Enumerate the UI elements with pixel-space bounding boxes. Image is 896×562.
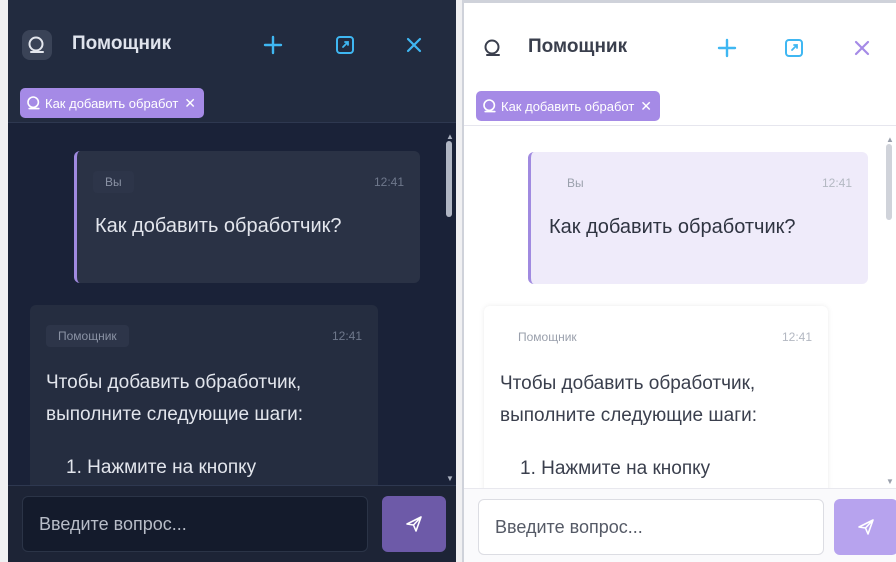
- message-line: выполните следующие шаги:: [500, 405, 758, 426]
- message-step: 1. Нажмите на кнопку: [520, 458, 711, 479]
- message-text: Чтобы добавить обработчик, выполните сле…: [46, 367, 376, 431]
- chat-icon: [27, 96, 40, 110]
- sender-tag: Помощник: [518, 330, 577, 344]
- message-time: 12:41: [781, 330, 812, 344]
- scroll-up-icon[interactable]: ▲: [446, 133, 454, 141]
- panel-title: Помощник: [528, 36, 628, 57]
- expand-icon: [785, 39, 803, 57]
- send-icon: [858, 519, 874, 535]
- chip-label: Как добавить обработ: [45, 95, 179, 111]
- scroll-thumb[interactable]: [886, 144, 892, 220]
- panel-title: Помощник: [72, 33, 172, 54]
- message-text: Чтобы добавить обработчик, выполните сле…: [500, 368, 830, 432]
- send-button[interactable]: [382, 496, 446, 552]
- assistant-panel-light: Помощник Как добавить обработ ✕ Вы 12:41…: [462, 0, 896, 562]
- scrollbar[interactable]: ▲ ▼: [446, 133, 454, 483]
- close-icon: [854, 40, 870, 56]
- plus-icon: [717, 38, 737, 58]
- message-time: 12:41: [821, 176, 852, 190]
- message-step: 1. Нажмите на кнопку: [66, 457, 257, 478]
- expand-button[interactable]: [330, 30, 360, 60]
- screenshot-root: Помощник Как добавить обработ ✕ Вы 12:41…: [0, 0, 896, 562]
- expand-button[interactable]: [779, 33, 809, 63]
- new-chat-button[interactable]: [258, 30, 288, 60]
- topic-chip[interactable]: Как добавить обработ ✕: [20, 88, 205, 118]
- message-time: 12:41: [373, 175, 404, 189]
- panel-header: Помощник Как добавить обработ ✕: [8, 0, 456, 123]
- scroll-thumb[interactable]: [446, 141, 452, 217]
- close-button[interactable]: [399, 30, 429, 60]
- user-message: Вы 12:41 Как добавить обработчик?: [74, 151, 420, 283]
- message-text: Как добавить обработчик?: [95, 215, 342, 237]
- message-line: выполните следующие шаги:: [46, 404, 304, 425]
- composer: Введите вопрос...: [464, 488, 896, 562]
- message-list[interactable]: Вы 12:41 Как добавить обработчик? Помощн…: [464, 126, 896, 488]
- new-chat-button[interactable]: [712, 33, 742, 63]
- sender-tag: Вы: [93, 171, 134, 193]
- message-list[interactable]: Вы 12:41 Как добавить обработчик? Помощн…: [8, 123, 456, 485]
- question-input[interactable]: Введите вопрос...: [22, 496, 368, 552]
- message-line: Чтобы добавить обработчик,: [46, 372, 302, 393]
- message-line: Чтобы добавить обработчик,: [500, 373, 756, 394]
- message-text: Как добавить обработчик?: [549, 216, 796, 238]
- send-icon: [406, 516, 422, 532]
- chat-icon: [22, 30, 52, 60]
- message-time: 12:41: [331, 329, 362, 343]
- chip-close-icon[interactable]: ✕: [640, 98, 652, 115]
- chat-icon: [478, 33, 508, 63]
- plus-icon: [263, 35, 283, 55]
- chat-icon: [483, 99, 496, 113]
- assistant-message: Помощник 12:41 Чтобы добавить обработчик…: [484, 306, 828, 488]
- scroll-down-icon[interactable]: ▼: [446, 475, 454, 483]
- question-input[interactable]: Введите вопрос...: [478, 499, 824, 555]
- sender-tag: Вы: [567, 176, 584, 190]
- sender-tag: Помощник: [46, 325, 129, 347]
- scrollbar[interactable]: ▲ ▼: [886, 136, 894, 486]
- scroll-up-icon[interactable]: ▲: [886, 136, 894, 144]
- composer: Введите вопрос...: [8, 485, 456, 562]
- scroll-down-icon[interactable]: ▼: [886, 478, 894, 486]
- assistant-panel-dark: Помощник Как добавить обработ ✕ Вы 12:41…: [8, 0, 456, 562]
- chip-label: Как добавить обработ: [501, 98, 635, 114]
- topic-chip[interactable]: Как добавить обработ ✕: [476, 91, 661, 121]
- assistant-message: Помощник 12:41 Чтобы добавить обработчик…: [30, 305, 378, 485]
- chip-close-icon[interactable]: ✕: [184, 95, 196, 112]
- close-icon: [406, 37, 422, 53]
- user-message: Вы 12:41 Как добавить обработчик?: [528, 152, 868, 284]
- expand-icon: [336, 36, 354, 54]
- send-button[interactable]: [834, 499, 896, 555]
- close-button[interactable]: [847, 33, 877, 63]
- panel-header: Помощник Как добавить обработ ✕: [464, 3, 896, 126]
